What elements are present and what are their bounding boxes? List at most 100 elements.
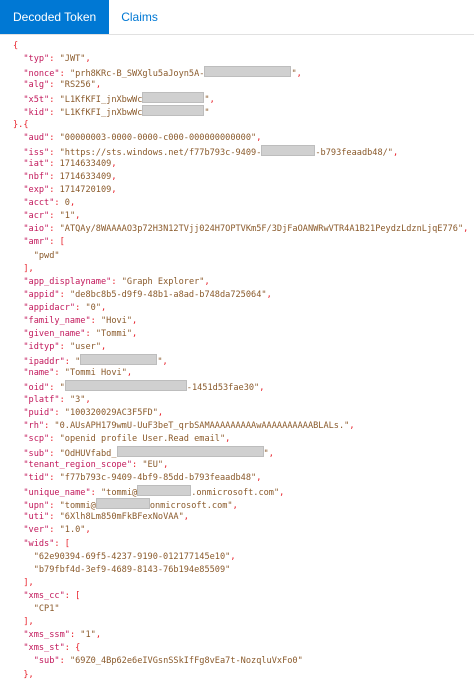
claim-key: "x5t" <box>23 95 50 106</box>
payload-claim: "idtyp": "user", <box>0 341 474 354</box>
payload-claim: "tenant_region_scope": "EU", <box>0 459 474 472</box>
string-value: "https://sts.windows.net/f77b793c-9409- <box>59 147 262 158</box>
punctuation: : <box>54 368 65 379</box>
payload-claim: "pwd" <box>0 250 474 263</box>
payload-claim: "unique_name": "tommi@ .onmicrosoft.com", <box>0 485 474 498</box>
punctuation: : <box>64 357 76 368</box>
string-value: "ATQAy/8WAAAAO3p72H3N12TVjj024H7OPTVKm5F… <box>59 224 458 235</box>
punctuation: }.{ <box>13 119 29 130</box>
header-claim: "typ": "JWT", <box>0 53 474 66</box>
string-value: -1451d53fae30" <box>186 383 260 394</box>
punctuation: : <box>49 132 60 143</box>
claim-key: "family_name" <box>23 315 91 326</box>
claim-key: "rh" <box>23 420 45 431</box>
payload-claim: "platf": "3", <box>0 394 474 407</box>
punctuation: , <box>392 147 399 158</box>
payload-claim: "xms_cc": [ <box>0 590 474 603</box>
punctuation: : <box>90 315 101 326</box>
payload-claim: "CP1" <box>0 603 474 616</box>
string-value: "JWT <box>59 54 81 65</box>
tab-decoded-token[interactable]: Decoded Token <box>0 0 110 34</box>
payload-claim: "iat": 1714633409, <box>0 158 474 171</box>
header-claim: "x5t": "L1KfKFI_jnXbwWc ", <box>0 92 474 105</box>
punctuation: : <box>49 171 60 182</box>
redacted-value <box>64 380 187 392</box>
punctuation: : <box>59 342 70 353</box>
number-value: 1714720109 <box>59 185 112 196</box>
claim-key: "amr" <box>23 237 50 248</box>
string-value: "100320029AC3F5FD <box>64 407 153 418</box>
claim-key: "given_name" <box>23 329 86 340</box>
redacted-value <box>80 354 158 366</box>
payload-claim: "aud": "00000003-0000-0000-c000-00000000… <box>0 132 474 145</box>
string-value: .onmicrosoft.com" <box>191 488 280 499</box>
punctuation: : <box>64 590 76 601</box>
claim-key: "aud" <box>23 132 50 143</box>
payload-claim: "appidacr": "0", <box>0 302 474 315</box>
punctuation: : <box>49 512 60 523</box>
redacted-value <box>95 498 150 510</box>
punctuation: , <box>183 512 189 523</box>
punctuation: ], <box>23 263 34 274</box>
redacted-value <box>142 105 205 117</box>
payload-claim: "acct": 0, <box>0 197 474 210</box>
claim-key: "app_displayname" <box>23 276 112 287</box>
string-value: "62e90394-69f5-4237-9190-012177145e10 <box>33 551 226 562</box>
payload-claim: "name": "Tommi Hovi", <box>0 367 474 380</box>
punctuation: , <box>85 54 91 65</box>
header-claim: "alg": "RS256", <box>0 79 474 92</box>
string-value: " <box>225 564 231 575</box>
punctuation: : <box>49 95 60 106</box>
punctuation: , <box>132 329 138 340</box>
tab-claims[interactable]: Claims <box>109 0 170 34</box>
payload-claim: "upn": "tommi@ onmicrosoft.com", <box>0 498 474 511</box>
string-value: "3 <box>69 394 81 405</box>
punctuation: [ <box>64 538 70 549</box>
punctuation: }, <box>23 669 34 680</box>
string-value: "1 <box>59 211 70 222</box>
punctuation: , <box>69 198 76 209</box>
claim-key: "scp" <box>23 433 50 444</box>
string-value: "openid profile User.Read email <box>59 433 220 444</box>
claim-key: "kid" <box>23 108 50 119</box>
punctuation: , <box>111 158 117 169</box>
punctuation: , <box>157 407 164 418</box>
json-line: { <box>0 40 474 53</box>
string-value: "0 <box>85 302 96 313</box>
claim-key: "name" <box>23 368 55 379</box>
punctuation: , <box>256 473 262 484</box>
string-value: "Graph Explorer <box>121 276 200 287</box>
punctuation: : <box>49 108 60 119</box>
punctuation: , <box>163 460 169 470</box>
claim-key: "xms_cc" <box>23 590 65 601</box>
claim-key: "xms_ssm" <box>23 630 70 641</box>
payload-claim: "acr": "1", <box>0 210 474 223</box>
string-value: "Tommi <box>95 329 127 340</box>
payload-claim: "xms_st": { <box>0 642 474 655</box>
claim-key: "nonce" <box>23 69 60 80</box>
string-value: "6Xlh8Lm850mFkBFexNoVAA <box>59 512 179 523</box>
string-value: "b79fbf4d-3ef9-4689-8143-76b194e85509 <box>33 564 226 575</box>
claim-key: "acct" <box>23 198 55 209</box>
punctuation: , <box>209 95 215 106</box>
punctuation: : <box>44 420 55 431</box>
punctuation: : <box>49 185 60 196</box>
claim-key: "sub" <box>33 656 60 667</box>
punctuation: , <box>162 357 168 368</box>
payload-claim: "uti": "6Xlh8Lm850mFkBFexNoVAA", <box>0 511 474 524</box>
punctuation: : <box>49 147 60 158</box>
payload-claim: "rh": "0.AUsAPH179wmU-UuF3beT_qrbSAMAAAA… <box>0 420 474 433</box>
punctuation: [ <box>59 237 65 248</box>
payload-claim: "sub": "OdHUVfabd_ ", <box>0 445 474 459</box>
punctuation: : <box>54 198 65 209</box>
punctuation: : <box>59 656 70 667</box>
punctuation: : <box>59 289 70 300</box>
string-value: "0.AUsAPH179wmU-UuF3beT_qrbSAMAAAAAAAAAw… <box>54 420 345 431</box>
claim-key: "puid" <box>23 407 55 418</box>
punctuation: , <box>111 185 117 196</box>
claim-key: "unique_name" <box>23 488 91 499</box>
string-value: "L1KfKFI_jnXbwWc <box>59 95 143 106</box>
punctuation: : <box>75 302 86 313</box>
string-value: "Hovi <box>100 315 127 326</box>
string-value: "de8bc8b5-d9f9-48b1-a8ad-b748da725064 <box>69 289 262 300</box>
